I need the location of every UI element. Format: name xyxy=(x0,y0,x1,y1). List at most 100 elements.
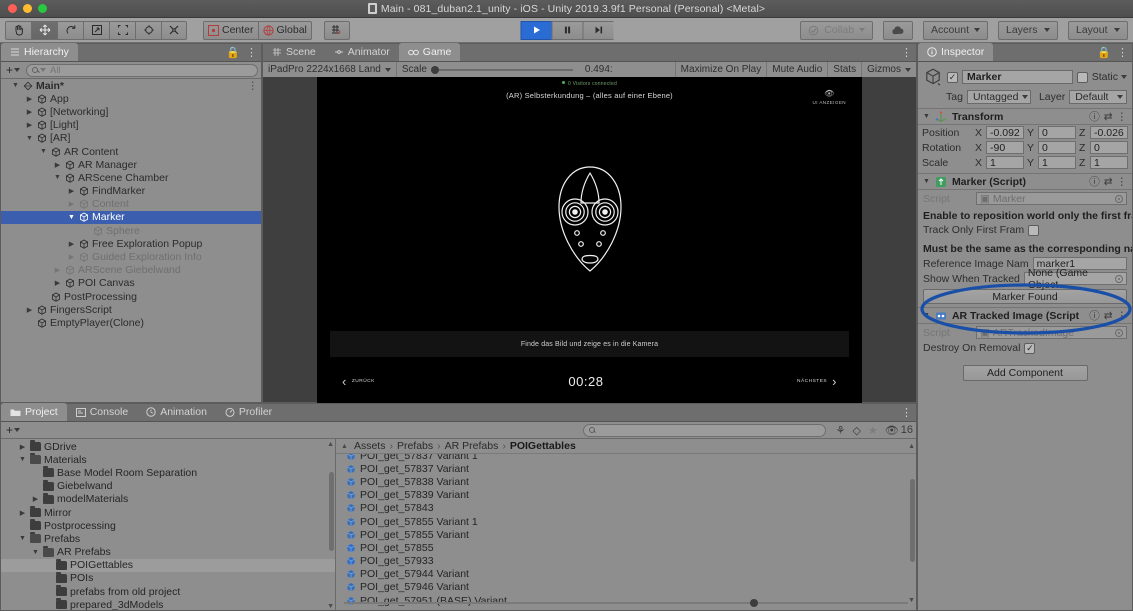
hierarchy-item-marker[interactable]: ▼ Marker xyxy=(1,210,261,225)
hierarchy-item-networking[interactable]: ▶ [Networking] xyxy=(1,105,261,118)
destroy-on-removal-checkbox[interactable]: ✓ xyxy=(1024,342,1036,354)
kebab-menu-icon[interactable]: ⋮ xyxy=(1117,176,1128,188)
scroll-down-arrow[interactable]: ▼ xyxy=(327,603,334,610)
account-button[interactable]: Account xyxy=(923,20,988,40)
asset-scrollbar[interactable]: ▲ ▼ xyxy=(908,443,915,604)
asset-item[interactable]: POI_get_57839 Variant xyxy=(336,489,916,502)
hierarchy-item-arscene-giebelwand[interactable]: ▶ ARScene Giebelwand xyxy=(1,264,261,277)
tab-game[interactable]: Game xyxy=(398,43,461,61)
mute-audio-toggle[interactable]: Mute Audio xyxy=(767,61,829,78)
tab-project[interactable]: Project xyxy=(1,403,67,421)
project-folder-prefabs[interactable]: ▼ Prefabs xyxy=(1,532,335,545)
step-button[interactable] xyxy=(582,20,613,40)
hierarchy-item-postprocessing[interactable]: PostProcessing xyxy=(1,290,261,303)
tab-console[interactable]: Console xyxy=(67,403,138,421)
foldout-arrow-icon[interactable]: ▶ xyxy=(25,121,34,129)
foldout-arrow-icon[interactable]: ▶ xyxy=(67,253,76,261)
foldout-arrow-icon[interactable]: ▶ xyxy=(67,187,76,195)
object-enabled-checkbox[interactable]: ✓ xyxy=(947,71,958,83)
add-component-button[interactable]: Add Component xyxy=(962,365,1088,381)
marker-script-header[interactable]: ▼ Marker (Script) ⓘ ⇄ ⋮ xyxy=(918,173,1132,190)
asset-item[interactable]: POI_get_57855 Variant 1 xyxy=(336,515,916,528)
object-name-field[interactable]: Marker xyxy=(962,70,1073,84)
hierarchy-item-sphere[interactable]: Sphere xyxy=(1,224,261,237)
object-picker-icon[interactable] xyxy=(1115,274,1123,283)
rotate-tool-button[interactable] xyxy=(57,20,83,40)
preset-icon[interactable]: ⇄ xyxy=(1104,310,1113,322)
transform-fields[interactable]: Position X -0.092 Y 0 Z -0.026 Rotation X -90 Y 0 Z 0… xyxy=(918,125,1132,170)
close-button[interactable] xyxy=(8,4,17,13)
asset-rows[interactable]: POI_get_57837 Variant 1 POI_get_57837 Var… xyxy=(336,454,916,606)
back-button[interactable]: ‹ ZURÜCK xyxy=(342,375,375,388)
foldout-arrow-icon[interactable]: ▶ xyxy=(18,443,27,451)
preset-icon[interactable]: ⇄ xyxy=(1104,176,1113,188)
foldout-arrow-icon[interactable]: ▼ xyxy=(25,135,34,142)
rect-tool-button[interactable] xyxy=(109,20,135,40)
filter-type-icon[interactable]: ⚘ xyxy=(836,424,846,437)
position-z-input[interactable]: -0.026 xyxy=(1090,126,1128,139)
hierarchy-item-content[interactable]: ▶ Content xyxy=(1,198,261,211)
favorites-star-icon[interactable]: ★ xyxy=(868,424,878,437)
asset-item[interactable]: POI_get_57933 xyxy=(336,555,916,568)
asset-item[interactable]: POI_get_57837 Variant 1 xyxy=(336,454,916,462)
play-button[interactable] xyxy=(520,20,551,40)
kebab-menu-icon[interactable]: ⋮ xyxy=(901,406,912,419)
gizmos-toggle[interactable]: Gizmos xyxy=(862,62,916,78)
kebab-menu-icon[interactable]: ⋮ xyxy=(1117,310,1128,322)
project-asset-list[interactable]: ▲ Assets › Prefabs › AR Prefabs › POIGet… xyxy=(336,439,916,610)
hierarchy-create-button[interactable]: + xyxy=(4,63,22,77)
foldout-arrow-icon[interactable]: ▶ xyxy=(25,108,34,116)
breadcrumb-collapse-icon[interactable]: ▲ xyxy=(341,443,348,450)
scroll-up-arrow[interactable]: ▲ xyxy=(327,441,334,448)
hierarchy-item-light[interactable]: ▶ [Light] xyxy=(1,119,261,132)
ui-toggle-button[interactable]: 👁 UI ANZEIGEN xyxy=(813,89,847,105)
asset-scroll-thumb[interactable] xyxy=(910,478,915,563)
zoom-slider[interactable] xyxy=(344,599,908,607)
transform-tool-button[interactable] xyxy=(135,20,161,40)
scroll-up-arrow[interactable]: ▲ xyxy=(908,443,915,450)
foldout-arrow-icon[interactable]: ▼ xyxy=(31,549,40,556)
layers-button[interactable]: Layers xyxy=(998,20,1058,40)
tab-scene[interactable]: Scene xyxy=(263,43,325,61)
project-folder-pois[interactable]: POIs xyxy=(1,571,335,585)
asset-item[interactable]: POI_get_57837 Variant xyxy=(336,462,916,475)
hierarchy-item-main[interactable]: ▼ Main* ⋮ xyxy=(1,79,261,92)
project-folder-gdrive[interactable]: ▶ GDrive xyxy=(1,440,335,453)
hierarchy-item-ar-manager[interactable]: ▶ AR Manager xyxy=(1,158,261,171)
scale-y-input[interactable]: 1 xyxy=(1038,156,1076,169)
zoom-slider-knob[interactable] xyxy=(750,599,759,607)
tab-animation[interactable]: Animation xyxy=(137,403,216,421)
asset-item[interactable]: POI_get_57946 Variant xyxy=(336,581,916,594)
hidden-packages-badge[interactable]: 👁 16 xyxy=(885,424,913,437)
project-folder-poigettables[interactable]: POIGettables xyxy=(1,558,335,572)
project-search-input[interactable] xyxy=(582,423,826,437)
hand-tool-button[interactable] xyxy=(5,20,31,40)
hierarchy-item-findmarker[interactable]: ▶ FindMarker xyxy=(1,185,261,198)
hierarchy-item-ar-content[interactable]: ▼ AR Content xyxy=(1,145,261,158)
help-icon[interactable]: ⓘ xyxy=(1089,174,1100,189)
project-folder-prepared-3dmodels[interactable]: prepared_3dModels xyxy=(1,598,335,610)
foldout-arrow-icon[interactable]: ▶ xyxy=(53,279,62,287)
foldout-arrow-icon[interactable]: ▶ xyxy=(25,306,34,314)
hierarchy-tree[interactable]: ▼ Main* ⋮ ▶ App ▶ [Networking] ▶ [Light] ▼ [AR] ▼ AR… xyxy=(1,79,261,402)
hierarchy-item-poi-canvas[interactable]: ▶ POI Canvas xyxy=(1,277,261,290)
object-picker-icon[interactable] xyxy=(1115,194,1123,203)
hierarchy-item-arscene-chamber[interactable]: ▼ ARScene Chamber xyxy=(1,171,261,184)
filter-label-icon[interactable]: ◇ xyxy=(852,424,860,437)
foldout-arrow-icon[interactable]: ▶ xyxy=(67,200,76,208)
project-folder-base-model-room-separation[interactable]: Base Model Room Separation xyxy=(1,466,335,479)
track-only-checkbox[interactable]: ✓ xyxy=(1028,224,1040,236)
rotation-x-input[interactable]: -90 xyxy=(986,141,1024,154)
hierarchy-item-ar[interactable]: ▼ [AR] xyxy=(1,132,261,145)
snap-grid-button[interactable] xyxy=(323,20,350,40)
foldout-arrow-icon[interactable]: ▶ xyxy=(18,509,27,517)
folder-list[interactable]: ▶ GDrive ▼ Materials Base Model Room Separat… xyxy=(1,439,335,610)
folder-scrollbar[interactable]: ▲ ▼ xyxy=(327,441,334,610)
marker-found-button[interactable]: Marker Found xyxy=(923,289,1127,304)
stats-toggle[interactable]: Stats xyxy=(828,61,863,78)
project-folder-ar-prefabs[interactable]: ▼ AR Prefabs xyxy=(1,545,335,559)
foldout-arrow-icon[interactable]: ▼ xyxy=(67,214,76,221)
scale-tool-button[interactable] xyxy=(83,20,109,40)
asset-item[interactable]: POI_get_57944 Variant xyxy=(336,568,916,581)
static-dropdown[interactable]: Static xyxy=(1092,71,1127,83)
